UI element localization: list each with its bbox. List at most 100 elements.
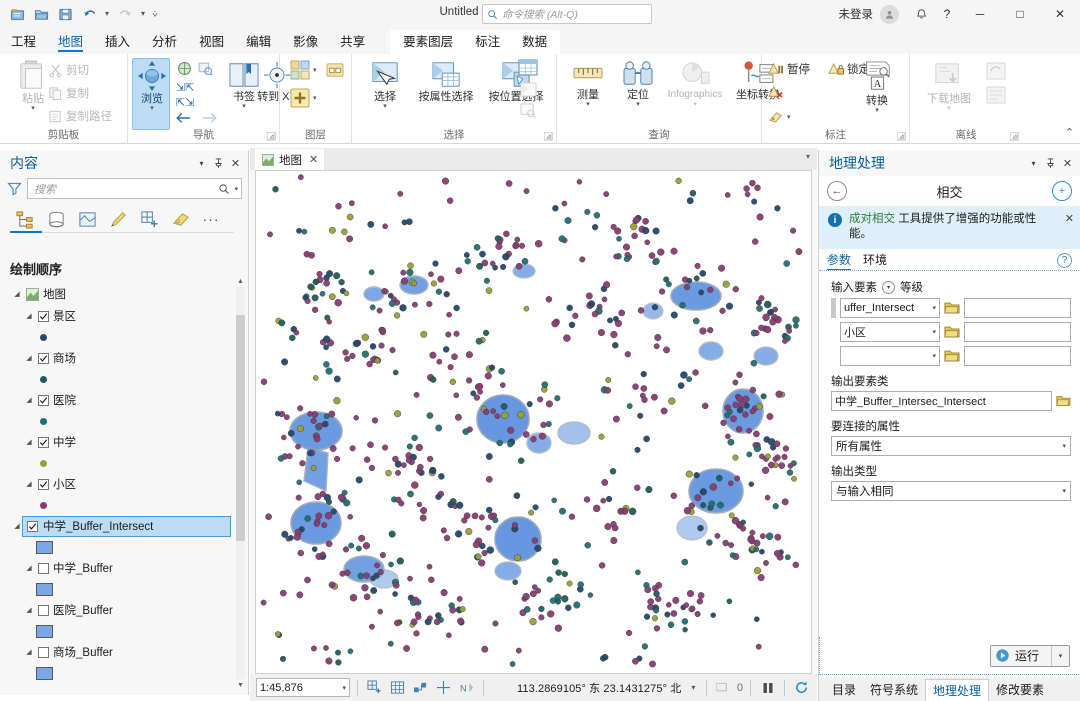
zoom-to-selection-button[interactable] (520, 103, 537, 122)
snapping-icon[interactable] (411, 678, 430, 697)
scale-selector[interactable]: 1:45,876 ▾ (256, 678, 350, 697)
drawing-order-icon[interactable] (14, 208, 36, 230)
basemap-dropdown-icon[interactable]: ▾ (313, 66, 317, 74)
layer-row-yiyuan[interactable]: ◢ 医院 (0, 389, 249, 411)
download-map-button[interactable]: 下载地图 ▾ (918, 62, 980, 112)
tab-feature-layer[interactable]: 要素图层 (392, 30, 464, 54)
tab-environments[interactable]: 环境 (863, 249, 887, 272)
layer-checkbox[interactable] (27, 520, 38, 532)
map-canvas[interactable] (255, 170, 812, 674)
tab-analysis[interactable]: 分析 (141, 30, 188, 54)
selection-count-icon[interactable] (714, 678, 733, 697)
output-input[interactable]: 中学_Buffer_Intersec_Intersect (831, 391, 1053, 411)
toc-root-map[interactable]: ◢ 地图 (0, 283, 249, 305)
chevron-down-icon[interactable]: ▾ (932, 328, 936, 336)
filter-icon[interactable] (7, 181, 22, 196)
tab-project[interactable]: 工程 (0, 30, 47, 54)
label-style-dropdown-icon[interactable]: ▾ (787, 113, 791, 121)
layer-checkbox[interactable] (38, 562, 49, 574)
redo-dropdown-icon[interactable]: ▾ (138, 3, 148, 25)
select-by-location-button[interactable]: 按位置选择 (480, 60, 552, 103)
browse-folder-icon[interactable] (1056, 394, 1071, 408)
layer-row-zhongxue[interactable]: ◢ 中学 (0, 431, 249, 453)
save-project-icon[interactable] (54, 3, 76, 25)
rank-input-1[interactable] (964, 298, 1071, 318)
select-dropdown-icon[interactable]: ▾ (383, 103, 387, 110)
scroll-up-icon[interactable]: ▲ (236, 275, 245, 287)
chevron-down-icon[interactable]: ▾ (1062, 442, 1066, 450)
add-preset-button[interactable] (326, 62, 344, 78)
infographics-dropdown-icon[interactable]: ▾ (693, 101, 697, 108)
open-project-icon[interactable] (30, 3, 52, 25)
sync-button[interactable] (986, 62, 1006, 83)
contents-search-input[interactable]: 搜索 ▾ (27, 178, 242, 199)
collapse-ribbon-icon[interactable]: ⌃ (1065, 126, 1074, 139)
drag-handle[interactable] (831, 322, 836, 342)
undo-icon[interactable] (78, 3, 100, 25)
expand-icon[interactable]: ◢ (24, 438, 34, 446)
input-feature-select-2[interactable]: 小区 ▾ (840, 322, 940, 342)
layer-checkbox[interactable] (38, 310, 49, 322)
scroll-down-icon[interactable]: ▼ (236, 679, 245, 691)
more-options-icon[interactable]: ··· (200, 208, 222, 230)
remove-labels-button[interactable] (768, 85, 784, 100)
locate-dropdown-icon[interactable]: ▾ (636, 101, 640, 108)
pin-icon[interactable] (1042, 153, 1059, 173)
pause-labels-button[interactable]: 暂停 (768, 61, 810, 77)
browse-folder-icon[interactable] (944, 349, 960, 363)
copy-path-button[interactable]: 复制路径 (48, 108, 112, 124)
cut-button[interactable]: 剪切 (48, 62, 89, 78)
basemap-button[interactable]: ▾ (290, 60, 317, 80)
select-button[interactable]: 选择 ▾ (358, 60, 412, 110)
expand-icon[interactable]: ◢ (24, 480, 34, 488)
layer-row-xiaoqu[interactable]: ◢ 小区 (0, 473, 249, 495)
select-by-attribute-button[interactable]: 按属性选择 (410, 60, 482, 103)
drag-handle[interactable] (831, 346, 836, 366)
drag-handle[interactable] (831, 298, 836, 318)
layer-row-jingqu[interactable]: ◢ 景区 (0, 305, 249, 327)
create-grid-icon[interactable] (365, 678, 384, 697)
browse-folder-icon[interactable] (944, 301, 960, 315)
tab-map[interactable]: 地图 (47, 30, 94, 54)
pin-icon[interactable] (210, 153, 227, 173)
geoprocessing-close-icon[interactable]: ✕ (1059, 153, 1076, 173)
bottom-tab-symbology[interactable]: 符号系统 (863, 679, 925, 701)
chevron-down-icon[interactable]: ▾ (932, 352, 936, 360)
add-data-button[interactable]: ▾ (290, 88, 317, 108)
manage-replica-button[interactable] (986, 86, 1006, 107)
expand-icon[interactable]: ◢ (12, 522, 22, 530)
chevron-down-icon[interactable]: ▾ (1062, 487, 1066, 495)
layer-row-zhongxue-buffer[interactable]: ◢ 中学_Buffer (0, 557, 249, 579)
tab-data[interactable]: 数据 (511, 30, 558, 54)
tab-view[interactable]: 视图 (188, 30, 235, 54)
refresh-icon[interactable] (792, 678, 811, 697)
output-type-select[interactable]: 与输入相同 ▾ (831, 481, 1071, 501)
infographics-button[interactable]: Infographics ▾ (661, 60, 729, 108)
geoprocessing-menu-icon[interactable]: ▾ (1025, 153, 1042, 173)
download-map-dropdown-icon[interactable]: ▾ (947, 105, 951, 112)
tab-insert[interactable]: 插入 (94, 30, 141, 54)
message-close-icon[interactable]: ✕ (1065, 212, 1074, 225)
selection-icon[interactable] (76, 208, 98, 230)
tab-imagery[interactable]: 影像 (282, 30, 329, 54)
attribute-table-button[interactable] (518, 59, 538, 79)
input-feature-select-3[interactable]: ▾ (840, 346, 940, 366)
expand-icon[interactable]: ◢ (24, 606, 34, 614)
map-tab[interactable]: 地图 ✕ (255, 149, 325, 170)
coordinate-units-dropdown-icon[interactable]: ▾ (691, 683, 695, 692)
data-source-icon[interactable] (45, 208, 67, 230)
maximize-button[interactable]: □ (1000, 0, 1040, 28)
expand-icon[interactable]: ◢ (24, 648, 34, 656)
layer-row-buffer-intersect[interactable]: ◢ 中学_Buffer_Intersect (0, 515, 249, 537)
layer-checkbox[interactable] (38, 436, 49, 448)
layer-row-shangchang[interactable]: ◢ 商场 (0, 347, 249, 369)
bottom-tab-modify-features[interactable]: 修改要素 (989, 679, 1051, 701)
bookmarks-dropdown-icon[interactable]: ▾ (242, 103, 246, 110)
undo-dropdown-icon[interactable]: ▾ (102, 3, 112, 25)
new-project-icon[interactable] (6, 3, 28, 25)
map-tab-close-icon[interactable]: ✕ (309, 153, 318, 166)
locate-button[interactable]: 定位 ▾ (611, 60, 665, 108)
rank-input-3[interactable] (964, 346, 1071, 366)
north-icon[interactable]: N (457, 678, 476, 697)
toc-scrollbar[interactable]: ▲ ▼ (236, 275, 245, 691)
